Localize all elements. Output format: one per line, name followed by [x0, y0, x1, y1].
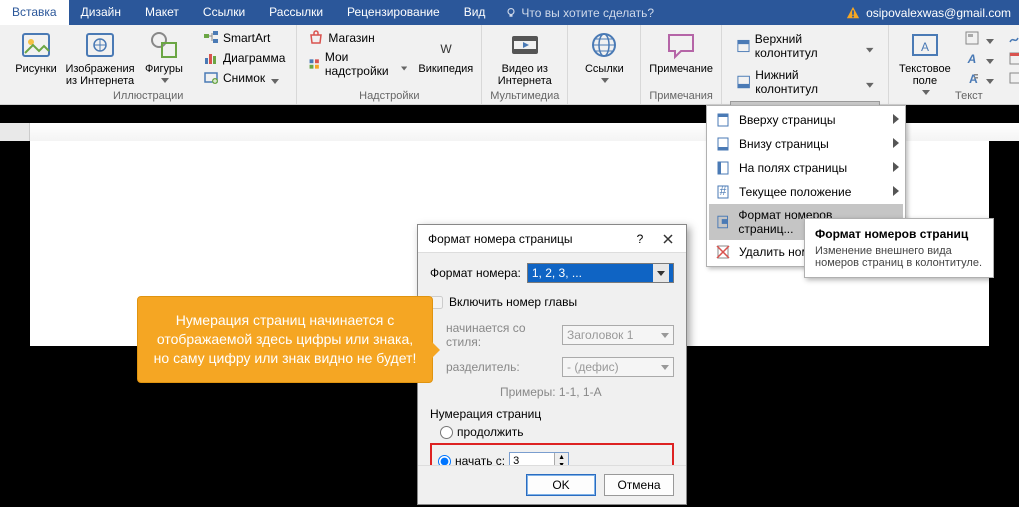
- svg-text:A: A: [921, 40, 929, 54]
- svg-text:#: #: [720, 184, 727, 198]
- group-label-media: Мультимедиа: [490, 90, 559, 102]
- format-tooltip: Формат номеров страниц Изменение внешнег…: [804, 218, 994, 278]
- addins-icon: [308, 56, 320, 72]
- signature-button[interactable]: [1005, 29, 1019, 47]
- separator-select: - (дефис): [562, 357, 674, 377]
- group-label-addins: Надстройки: [359, 90, 419, 102]
- format-label: Формат номера:: [430, 266, 521, 280]
- smartart-button[interactable]: SmartArt: [200, 29, 288, 47]
- tab-layout[interactable]: Макет: [133, 0, 191, 25]
- my-addins-button[interactable]: Мои надстройки: [305, 49, 410, 79]
- tab-review[interactable]: Рецензирование: [335, 0, 452, 25]
- chart-icon: [203, 50, 219, 66]
- wikipedia-button[interactable]: W Википедия: [418, 29, 473, 75]
- group-label-comments: Примечания: [649, 90, 713, 102]
- tooltip-title: Формат номеров страниц: [815, 227, 983, 241]
- continue-radio[interactable]: [440, 426, 453, 439]
- svg-text:A: A: [967, 52, 977, 66]
- dialog-close-button[interactable]: [654, 226, 682, 252]
- object-button[interactable]: [1005, 69, 1019, 87]
- store-icon: [308, 30, 324, 46]
- online-video-button[interactable]: Видео из Интернета: [497, 29, 553, 87]
- online-pictures-icon: [84, 29, 116, 61]
- dialog-title: Формат номера страницы: [428, 232, 573, 246]
- menu-bottom-of-page[interactable]: Внизу страницы: [709, 132, 903, 156]
- tab-view[interactable]: Вид: [452, 0, 498, 25]
- pictures-button[interactable]: Рисунки: [8, 29, 64, 75]
- screenshot-button[interactable]: Снимок: [200, 69, 288, 87]
- ribbon-tabbar: Вставка Дизайн Макет Ссылки Рассылки Рец…: [0, 0, 1019, 25]
- chart-button[interactable]: Диаграмма: [200, 49, 288, 67]
- cancel-button[interactable]: Отмена: [604, 474, 674, 496]
- group-label-text: Текст: [955, 90, 983, 102]
- video-icon: [509, 29, 541, 61]
- tooltip-body: Изменение внешнего вида номеров страниц …: [815, 245, 983, 269]
- textbox-icon: A: [909, 29, 941, 61]
- chapter-style-select: Заголовок 1: [562, 325, 674, 345]
- tab-references[interactable]: Ссылки: [191, 0, 257, 25]
- dropcap-button[interactable]: A: [961, 69, 997, 87]
- shapes-button[interactable]: Фигуры: [136, 29, 192, 83]
- shapes-icon: [148, 29, 180, 61]
- svg-text:W: W: [440, 42, 452, 56]
- tab-mailings[interactable]: Рассылки: [257, 0, 335, 25]
- account-area[interactable]: osipovalexwas@gmail.com: [846, 6, 1011, 20]
- screenshot-icon: [203, 70, 219, 86]
- links-button[interactable]: Ссылки: [576, 29, 632, 83]
- tell-me-placeholder: Что вы хотите сделать?: [521, 6, 654, 20]
- ok-button[interactable]: OK: [526, 474, 596, 496]
- ribbon-body: Рисунки Изображения из Интернета Фигуры …: [0, 25, 1019, 105]
- footer-button[interactable]: Нижний колонтитул: [730, 65, 880, 99]
- link-icon: [588, 29, 620, 61]
- smartart-icon: [203, 30, 219, 46]
- store-button[interactable]: Магазин: [305, 29, 410, 47]
- tab-insert[interactable]: Вставка: [0, 0, 69, 25]
- annotation-callout: Нумерация страниц начинается с отображае…: [137, 296, 433, 383]
- examples-text: Примеры: 1-1, 1-A: [500, 385, 674, 399]
- quick-parts-button[interactable]: [961, 29, 997, 47]
- chevron-right-icon: [893, 113, 899, 127]
- menu-top-of-page[interactable]: Вверху страницы: [709, 108, 903, 132]
- comment-icon: [665, 29, 697, 61]
- tell-me-search[interactable]: Что вы хотите сделать?: [505, 6, 654, 20]
- tab-design[interactable]: Дизайн: [69, 0, 133, 25]
- textbox-button[interactable]: A Текстовое поле: [897, 29, 953, 95]
- menu-page-margins[interactable]: На полях страницы: [709, 156, 903, 180]
- warning-icon: [846, 6, 860, 20]
- wikipedia-icon: W: [430, 29, 462, 61]
- group-label-illustrations: Иллюстрации: [113, 90, 183, 102]
- wordart-button[interactable]: A: [961, 49, 997, 67]
- menu-current-position[interactable]: #Текущее положение: [709, 180, 903, 204]
- pictures-icon: [20, 29, 52, 61]
- dialog-help-button[interactable]: ?: [626, 226, 654, 252]
- chevron-down-icon: [161, 75, 169, 83]
- comment-button[interactable]: Примечание: [653, 29, 709, 75]
- header-button[interactable]: Верхний колонтитул: [730, 29, 880, 63]
- spin-up-button[interactable]: ▲: [555, 453, 568, 461]
- datetime-button[interactable]: [1005, 49, 1019, 67]
- account-email: osipovalexwas@gmail.com: [866, 6, 1011, 20]
- online-pictures-button[interactable]: Изображения из Интернета: [72, 29, 128, 87]
- number-format-combo[interactable]: 1, 2, 3, ...: [527, 263, 674, 283]
- lightbulb-icon: [505, 7, 517, 19]
- page-number-format-dialog: Формат номера страницы ? Формат номера: …: [417, 224, 687, 505]
